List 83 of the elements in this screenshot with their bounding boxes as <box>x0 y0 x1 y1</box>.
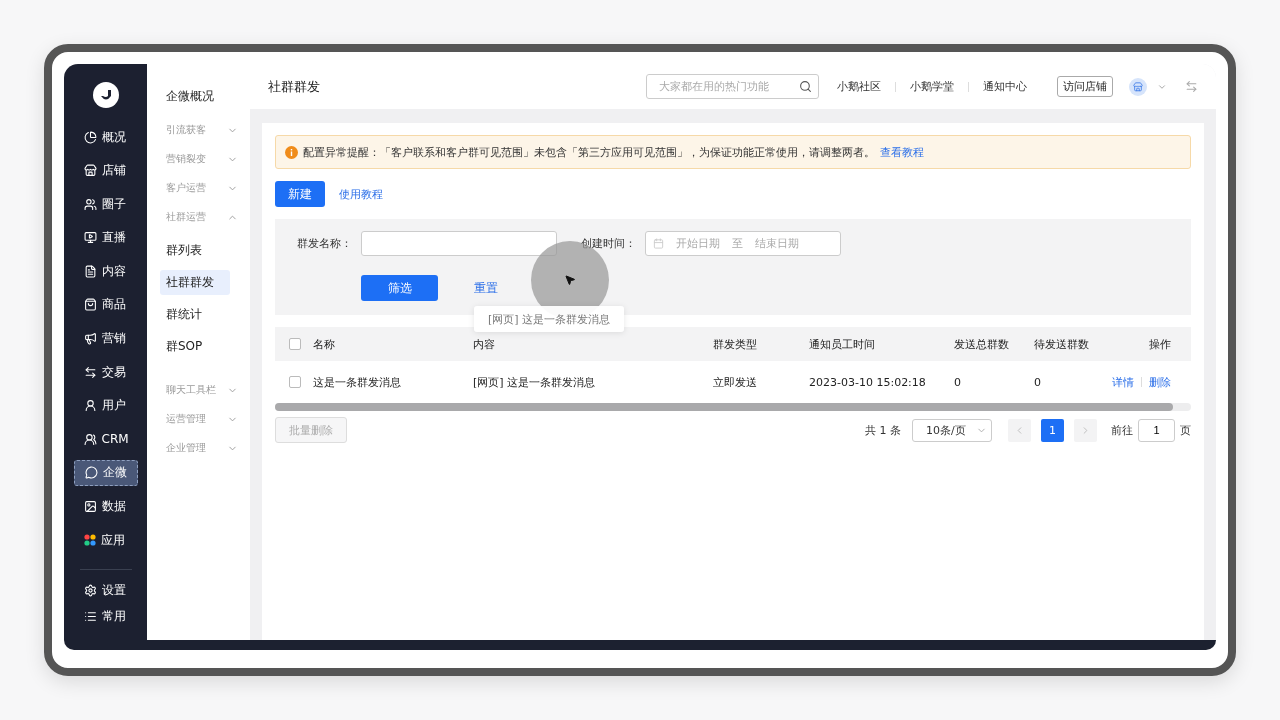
chat-icon <box>84 466 98 480</box>
megaphone-icon <box>83 332 97 346</box>
nav-item[interactable]: CRM <box>73 426 138 453</box>
goto-page-field[interactable]: 1 <box>1138 418 1175 442</box>
logo-icon <box>92 82 119 108</box>
nav-item[interactable]: 企微 <box>73 459 138 486</box>
sub-nav-title[interactable]: 企微概况 <box>160 88 250 105</box>
nav-item[interactable]: 用户 <box>73 392 138 419</box>
tutorial-link[interactable]: 使用教程 <box>339 186 383 202</box>
tutorial-link[interactable]: 查看教程 <box>880 144 924 160</box>
sub-nav-item[interactable]: 群SOP <box>160 334 230 359</box>
name-input-field[interactable] <box>361 231 557 256</box>
nav-item[interactable]: 内容 <box>73 258 138 285</box>
nav-item[interactable]: 设置 <box>73 577 138 604</box>
table-cell: [网页] 这是一条群发消息 <box>473 374 596 390</box>
store-icon <box>83 164 97 178</box>
nav-item[interactable]: 圈子 <box>73 191 138 218</box>
total-count: 共 1 条 <box>865 422 901 438</box>
avatar[interactable] <box>1129 77 1147 96</box>
action-link[interactable]: 删除 <box>1149 374 1171 390</box>
prev-page-button[interactable] <box>1008 418 1031 442</box>
nav-item[interactable]: 数据 <box>73 493 138 520</box>
header-link[interactable]: 通知中心 <box>979 79 1031 94</box>
image-icon <box>83 500 97 514</box>
nav-item[interactable]: 交易 <box>73 359 138 386</box>
next-page-button[interactable] <box>1074 418 1097 442</box>
sub-nav-item[interactable]: 社群群发 <box>160 270 230 295</box>
sub-nav-item[interactable]: 群统计 <box>160 302 230 327</box>
column-header: 操作 <box>1149 336 1172 352</box>
field-label: 群发名称： <box>297 236 353 251</box>
sub-nav-item[interactable]: 群列表 <box>160 238 230 263</box>
pie-chart-icon <box>83 130 97 144</box>
alert-message: 配置异常提醒：「客户联系和客户群可见范围」未包含「第三方应用可见范围」，为保证功能正常使用，请调整两者。 <box>303 144 875 160</box>
column-header: 名称 <box>313 336 335 352</box>
arrows-icon <box>83 365 97 379</box>
action-link[interactable]: 详情 <box>1112 374 1134 390</box>
apps-icon <box>83 534 96 547</box>
people-icon <box>83 197 97 211</box>
column-header: 待发送群数 <box>1034 336 1089 352</box>
header-link[interactable]: 小鹅学堂 <box>906 79 958 94</box>
content-tooltip: [网页] 这是一条群发消息 <box>474 306 624 332</box>
nav-item[interactable]: 店铺 <box>73 157 138 184</box>
settings-icon <box>83 584 97 598</box>
nav-item[interactable]: 应用 <box>73 527 138 554</box>
nav-item[interactable]: 概况 <box>73 124 138 150</box>
select-all-checkbox[interactable] <box>289 338 301 350</box>
column-header: 通知员工时间 <box>809 336 875 352</box>
new-button[interactable]: 新建 <box>275 181 325 207</box>
switch-icon[interactable] <box>1185 80 1198 93</box>
nav-item[interactable]: 商品 <box>73 291 138 318</box>
column-header: 群发类型 <box>713 336 757 352</box>
scrollbar-thumb[interactable] <box>275 403 1173 411</box>
field-label: 创建时间： <box>581 236 637 251</box>
nav-item[interactable]: 直播 <box>73 224 138 251</box>
page-size-select[interactable]: 10条/页 <box>912 418 992 442</box>
table-cell: 立即发送 <box>713 374 757 390</box>
page-unit: 页 <box>1180 422 1191 438</box>
info-icon <box>285 145 298 159</box>
bag-icon <box>83 298 97 312</box>
table-cell: 0 <box>1034 375 1041 389</box>
page-title: 社群群发 <box>268 77 321 96</box>
nav-item[interactable]: 营销 <box>73 325 138 352</box>
list-icon <box>83 610 97 624</box>
monitor-icon <box>83 231 97 245</box>
cursor-icon <box>564 274 576 286</box>
people-icon <box>83 432 97 446</box>
header-link[interactable]: 小鹅社区 <box>833 79 885 94</box>
nav-item[interactable]: 常用 <box>73 603 138 630</box>
table-cell: 2023-03-10 15:02:18 <box>809 375 926 389</box>
reset-link[interactable]: 重置 <box>474 279 498 297</box>
table-cell: 这是一条群发消息 <box>313 374 401 390</box>
column-header: 发送总群数 <box>954 336 1009 352</box>
column-header: 内容 <box>473 336 495 352</box>
visit-store-button[interactable]: 访问店铺 <box>1057 76 1113 97</box>
search-icon <box>799 80 812 93</box>
goto-label: 前往 <box>1111 422 1133 438</box>
table-cell: 0 <box>954 375 961 389</box>
user-icon <box>83 399 97 413</box>
document-icon <box>83 264 97 278</box>
filter-button[interactable]: 筛选 <box>361 275 438 301</box>
page-button[interactable]: 1 <box>1041 418 1064 442</box>
row-checkbox[interactable] <box>289 376 301 388</box>
calendar-icon <box>653 238 664 249</box>
